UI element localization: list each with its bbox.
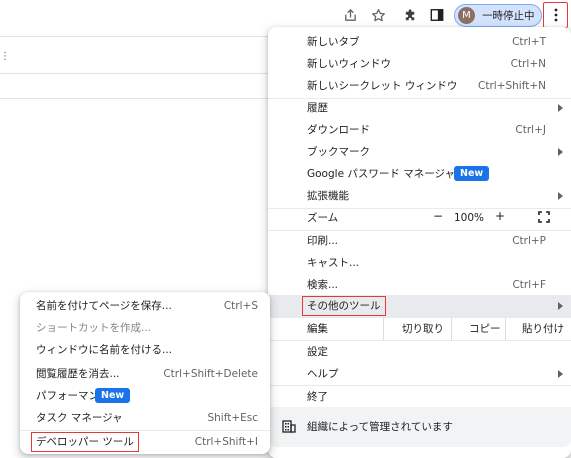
- menu-item-label: Google パスワード マネージャー: [307, 168, 466, 180]
- menu-item-edit: 編集 切り取り コピー 貼り付け: [268, 318, 571, 340]
- zoom-out-button[interactable]: −: [433, 209, 443, 223]
- submenu-item-shortcut: Ctrl+Shift+I: [194, 436, 258, 448]
- submenu-item-label: タスク マネージャ: [36, 412, 123, 424]
- menu-item-label: 設定: [307, 346, 328, 358]
- submenu-item-developer-tools[interactable]: デベロッパー ツール Ctrl+Shift+I: [20, 431, 270, 453]
- star-icon[interactable]: [367, 4, 389, 26]
- menu-item-extensions[interactable]: 拡張機能: [268, 185, 571, 207]
- menu-item-exit[interactable]: 終了: [268, 386, 571, 408]
- menu-item-label: 印刷...: [307, 235, 339, 247]
- menu-item-downloads[interactable]: ダウンロード Ctrl+J: [268, 119, 571, 141]
- paste-button[interactable]: 貼り付け: [522, 321, 564, 337]
- submenu-item-shortcut: Ctrl+S: [223, 300, 258, 312]
- zoom-in-button[interactable]: +: [495, 209, 505, 223]
- fullscreen-icon[interactable]: [538, 211, 550, 223]
- menu-item-new-window[interactable]: 新しいウィンドウ Ctrl+N: [268, 53, 571, 75]
- menu-item-label: ダウンロード: [307, 124, 370, 136]
- menu-item-help[interactable]: ヘルプ: [268, 363, 571, 385]
- chrome-main-menu: 新しいタブ Ctrl+T 新しいウィンドウ Ctrl+N 新しいシークレット ウ…: [268, 27, 571, 458]
- menu-item-label: 編集: [307, 323, 328, 335]
- page-more-icon: ⋮: [0, 51, 10, 62]
- menu-item-new-incognito-window[interactable]: 新しいシークレット ウィンドウ Ctrl+Shift+N: [268, 75, 571, 97]
- menu-item-label: 終了: [307, 391, 328, 403]
- menu-item-shortcut: Ctrl+T: [512, 36, 546, 48]
- menu-item-label: ズーム: [307, 212, 339, 224]
- menu-item-history[interactable]: 履歴: [268, 97, 571, 119]
- menu-item-label: その他のツール: [302, 296, 386, 316]
- menu-item-more-tools[interactable]: その他のツール: [268, 295, 571, 317]
- profile-button[interactable]: M 一時停止中: [454, 4, 542, 27]
- submenu-item-label: 閲覧履歴を消去...: [36, 368, 120, 380]
- submenu-arrow-icon: [558, 370, 563, 378]
- building-icon: [282, 419, 296, 433]
- submenu-arrow-icon: [558, 302, 563, 310]
- share-icon[interactable]: [339, 4, 361, 26]
- submenu-arrow-icon: [558, 104, 563, 112]
- submenu-item-clear-browsing-data[interactable]: 閲覧履歴を消去... Ctrl+Shift+Delete: [20, 363, 270, 385]
- menu-item-cast[interactable]: キャスト...: [268, 252, 571, 274]
- menu-item-find[interactable]: 検索... Ctrl+F: [268, 274, 571, 296]
- new-badge: New: [95, 388, 131, 403]
- new-badge: New: [454, 166, 490, 181]
- menu-item-shortcut: Ctrl+F: [512, 279, 546, 291]
- zoom-level: 100%: [454, 212, 485, 224]
- menu-item-label: 新しいウィンドウ: [307, 58, 391, 70]
- submenu-item-task-manager[interactable]: タスク マネージャ Shift+Esc: [20, 407, 270, 429]
- menu-item-zoom: ズーム − 100% +: [268, 207, 571, 229]
- submenu-item-shortcut: Ctrl+Shift+Delete: [163, 368, 258, 380]
- edit-divider: [383, 318, 384, 340]
- cut-button[interactable]: 切り取り: [402, 321, 444, 337]
- managed-label: 組織によって管理されています: [307, 421, 453, 433]
- menu-item-new-tab[interactable]: 新しいタブ Ctrl+T: [268, 31, 571, 53]
- submenu-item-performance[interactable]: パフォーマンス New: [20, 385, 270, 407]
- menu-item-bookmarks[interactable]: ブックマーク: [268, 141, 571, 163]
- edit-divider: [505, 318, 506, 340]
- menu-item-label: キャスト...: [307, 257, 360, 269]
- page-divider: [0, 36, 270, 37]
- menu-item-password-manager[interactable]: Google パスワード マネージャー New: [268, 163, 571, 185]
- submenu-item-label: ウィンドウに名前を付ける...: [36, 344, 173, 356]
- puzzle-icon[interactable]: [399, 4, 421, 26]
- submenu-arrow-icon: [558, 192, 563, 200]
- submenu-item-name-window[interactable]: ウィンドウに名前を付ける...: [20, 339, 270, 361]
- side-panel-icon[interactable]: [426, 4, 448, 26]
- menu-item-label: 新しいタブ: [307, 36, 360, 48]
- menu-item-label: 検索...: [307, 279, 339, 291]
- menu-item-label: 新しいシークレット ウィンドウ: [307, 80, 458, 92]
- menu-item-shortcut: Ctrl+P: [512, 235, 546, 247]
- menu-item-settings[interactable]: 設定: [268, 341, 571, 363]
- page-divider: [0, 73, 270, 74]
- submenu-item-label: 名前を付けてページを保存...: [36, 300, 172, 312]
- submenu-item-create-shortcut: ショートカットを作成...: [20, 317, 270, 339]
- submenu-arrow-icon: [558, 148, 563, 156]
- menu-item-shortcut: Ctrl+J: [515, 124, 546, 136]
- kebab-menu-icon[interactable]: [543, 2, 568, 28]
- submenu-item-save-page[interactable]: 名前を付けてページを保存... Ctrl+S: [20, 295, 270, 317]
- submenu-item-label: ショートカットを作成...: [36, 322, 152, 334]
- submenu-item-label: デベロッパー ツール: [31, 432, 139, 452]
- menu-item-label: ブックマーク: [307, 146, 370, 158]
- avatar: M: [458, 7, 475, 24]
- profile-status-label: 一時停止中: [482, 10, 535, 22]
- copy-button[interactable]: コピー: [469, 321, 501, 337]
- submenu-item-shortcut: Shift+Esc: [207, 412, 258, 424]
- menu-item-print[interactable]: 印刷... Ctrl+P: [268, 230, 571, 252]
- menu-item-label: ヘルプ: [307, 368, 339, 380]
- menu-item-label: 拡張機能: [307, 190, 349, 202]
- managed-by-organization[interactable]: 組織によって管理されています: [268, 407, 571, 447]
- menu-item-label: 履歴: [307, 102, 328, 114]
- page-divider: [0, 98, 270, 99]
- more-tools-submenu: 名前を付けてページを保存... Ctrl+S ショートカットを作成... ウィン…: [20, 292, 270, 454]
- menu-item-shortcut: Ctrl+Shift+N: [478, 80, 546, 92]
- edit-divider: [451, 318, 452, 340]
- menu-item-shortcut: Ctrl+N: [510, 58, 546, 70]
